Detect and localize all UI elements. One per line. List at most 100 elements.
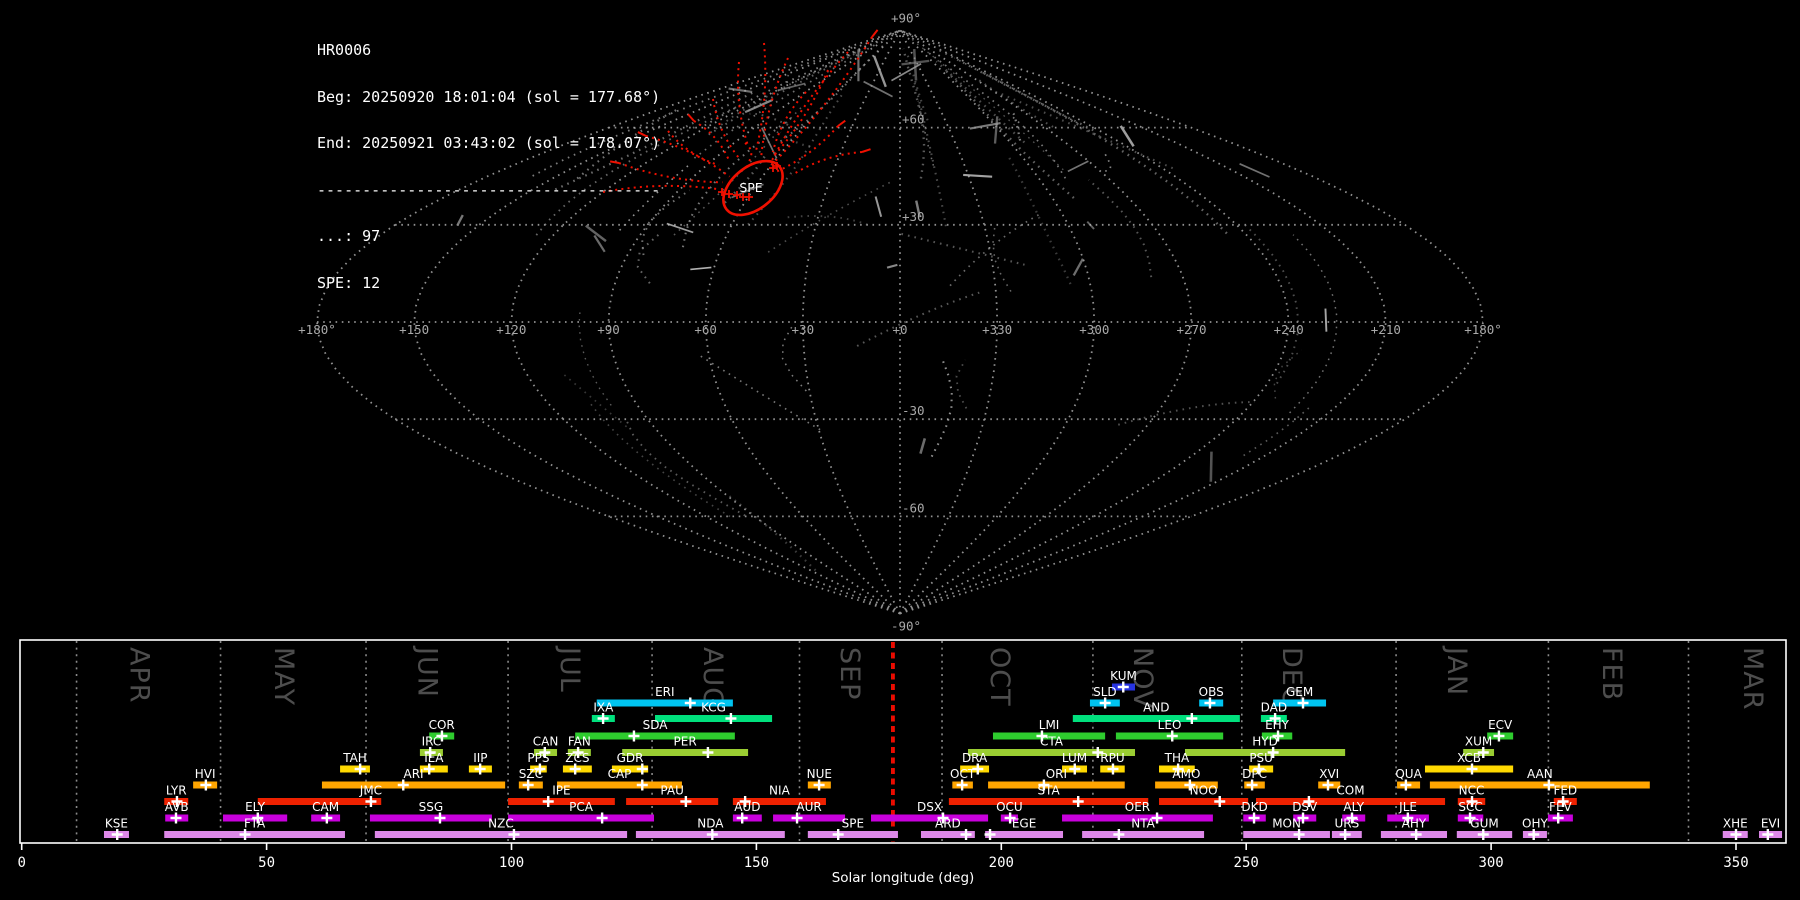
shower-code-label: XCB: [1457, 751, 1481, 765]
shower-code-label: PAU: [660, 784, 683, 798]
shower-peak-marker: [1113, 829, 1125, 840]
shower-peak-marker: [1528, 829, 1540, 840]
shower-peak-marker: [111, 829, 123, 840]
shower-NUE: NUE: [807, 767, 832, 791]
shower-code-label: ERI: [655, 685, 674, 699]
shower-activity-bar: [1243, 831, 1330, 838]
shower-peak-marker: [596, 812, 608, 824]
shower-code-label: THA: [1164, 751, 1190, 765]
shower-peak-marker: [365, 796, 377, 807]
month-label-SEP: SEP: [834, 647, 865, 700]
shower-SSG: SSG: [369, 800, 492, 824]
shower-peak-marker: [508, 829, 520, 840]
shower-code-label: COR: [429, 718, 455, 732]
shower-activity-bar: [1082, 831, 1205, 838]
shower-NDA: NDA: [635, 817, 785, 840]
shower-IXA: IXA: [591, 701, 615, 724]
begin-time-line: Beg: 20250920 18:01:04 (sol = 177.68°): [317, 87, 661, 106]
shower-peak-marker: [1248, 812, 1260, 824]
separator-line: --------------------------------------: [317, 180, 661, 199]
shower-code-label: HYD: [1252, 735, 1278, 749]
shower-peak-marker: [522, 779, 534, 791]
observation-info-block: HR0006 Beg: 20250920 18:01:04 (sol = 177…: [317, 12, 660, 322]
shower-code-label: NTA: [1131, 817, 1155, 831]
latitude-label: -60: [902, 500, 925, 515]
shower-activity-bar: [871, 814, 989, 822]
shower-code-label: LEO: [1158, 718, 1182, 732]
shower-code-label: GEM: [1286, 685, 1313, 699]
shower-peak-marker: [1466, 763, 1478, 775]
shower-code-label: LUM: [1062, 751, 1087, 765]
shower-code-label: FAN: [568, 735, 591, 749]
month-label-MAR: MAR: [1737, 647, 1768, 711]
shower-code-label: DRA: [962, 751, 988, 765]
shower-code-label: OHY: [1522, 817, 1548, 831]
shower-peak-marker: [1214, 796, 1226, 807]
shower-peak-marker: [1204, 697, 1216, 709]
shower-peak-marker: [434, 812, 446, 824]
shower-code-label: COM: [1336, 784, 1364, 798]
x-axis-tick-label: 0: [17, 855, 25, 871]
shower-activity-bar: [655, 715, 773, 722]
shower-code-label: NCC: [1459, 784, 1485, 798]
shower-code-label: IIP: [473, 751, 487, 765]
shower-code-label: AUD: [734, 800, 760, 814]
shower-code-label: FED: [1553, 784, 1577, 798]
shower-code-label: AAN: [1527, 767, 1553, 781]
shower-peak-marker: [1339, 829, 1351, 840]
shower-peak-marker: [1186, 713, 1198, 724]
shower-peak-marker: [1107, 763, 1119, 775]
shower-peak-marker: [354, 763, 366, 775]
shower-activity-bar: [575, 732, 735, 740]
shower-peak-marker: [680, 796, 692, 807]
shower-code-label: XVI: [1319, 767, 1339, 781]
shower-OHY: OHY: [1522, 817, 1548, 840]
shower-DPC: DPC: [1242, 767, 1267, 791]
shower-code-label: PPS: [527, 751, 549, 765]
shower-SLD: SLD: [1089, 685, 1120, 709]
shower-peak-marker: [628, 730, 640, 742]
shower-peak-marker: [1477, 829, 1489, 840]
shower-peak-marker: [684, 697, 696, 709]
shower-activity-bar: [508, 814, 655, 822]
shower-code-label: PCA: [569, 800, 594, 814]
x-axis-tick-label: 350: [1723, 855, 1748, 871]
shower-peak-marker: [1552, 812, 1564, 824]
x-axis-title: Solar longitude (deg): [832, 870, 975, 886]
longitude-label: +240: [1274, 322, 1304, 337]
shower-peak-marker: [1099, 697, 1111, 709]
month-label-APR: APR: [123, 647, 154, 704]
shower-URS: URS: [1331, 817, 1362, 840]
longitude-label: +30: [792, 322, 815, 337]
longitude-label: +330: [982, 322, 1012, 337]
shower-code-label: STA: [1037, 784, 1060, 798]
shower-activity-bar: [985, 831, 1064, 838]
shower-code-label: IEA: [424, 751, 444, 765]
shower-XCB: XCB: [1424, 751, 1514, 775]
shower-FEV: FEV: [1547, 800, 1573, 824]
shower-code-label: PSU: [1249, 751, 1273, 765]
shower-code-label: SDA: [643, 718, 669, 732]
longitude-label: +210: [1371, 322, 1401, 337]
x-axis-tick-label: 100: [499, 855, 524, 871]
shower-code-label: HVI: [195, 767, 216, 781]
sky-map-and-activity-plot: +180° +150 +120 +90 +60 +30 +0 +330 +300 +270 +240…: [17, 10, 1787, 886]
shower-activity-bar: [773, 814, 846, 822]
shower-code-label: OCU: [996, 800, 1023, 814]
shower-code-label: OBS: [1199, 685, 1224, 699]
shower-IIP: IIP: [468, 751, 492, 775]
shower-peak-marker: [984, 829, 996, 840]
spe-radiant-label: SPE: [739, 180, 762, 195]
shower-activity-bar: [374, 831, 628, 838]
shower-peak-marker: [170, 812, 182, 824]
shower-code-label: URS: [1334, 817, 1359, 831]
shower-code-label: DSX: [917, 800, 942, 814]
shower-code-label: KUM: [1110, 669, 1137, 683]
shower-peak-marker: [542, 796, 554, 807]
shower-code-label: DAD: [1261, 701, 1287, 715]
latitude-label: -30: [902, 403, 925, 418]
shower-AVB: AVB: [165, 800, 189, 824]
shower-peak-marker: [791, 812, 803, 824]
shower-code-label: AMO: [1172, 767, 1200, 781]
activity-chart: APR MAY JUN JUL AUG SEP OCT NOV DEC JAN FEB MARKUME…: [17, 639, 1787, 886]
